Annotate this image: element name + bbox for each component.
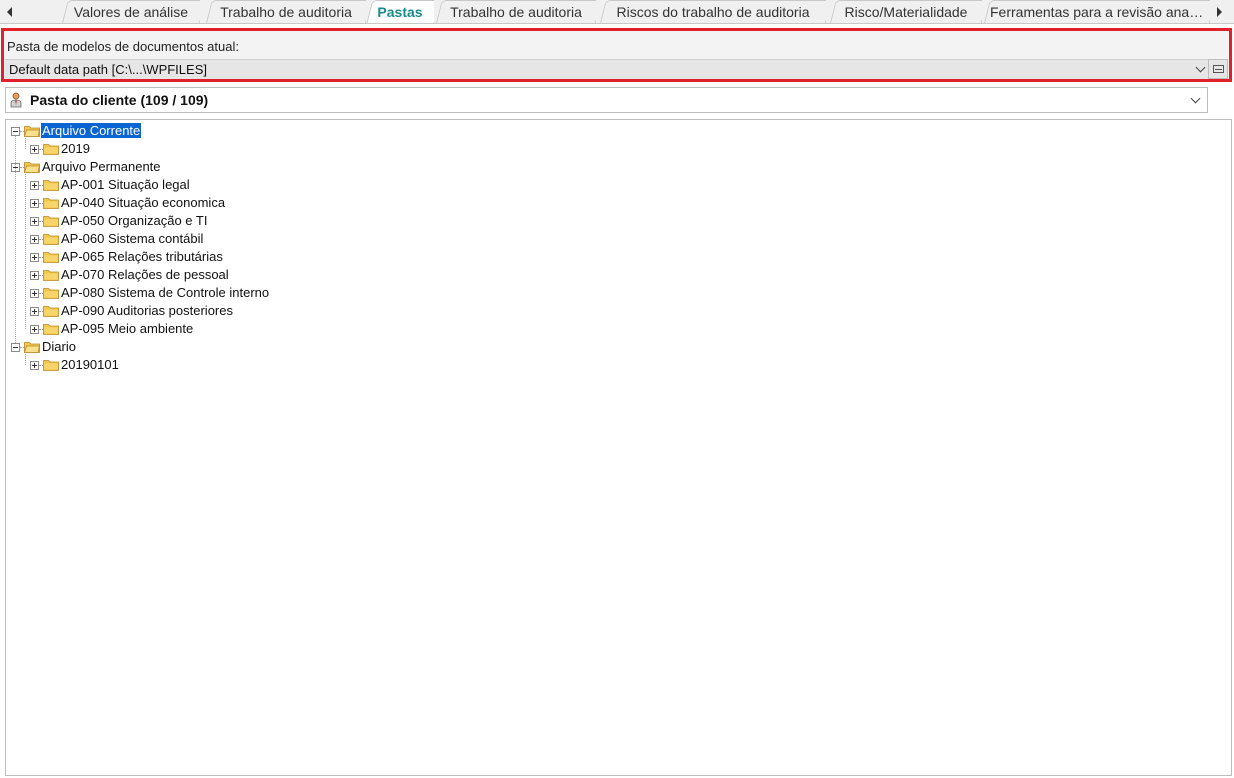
folder-icon — [43, 360, 59, 371]
template-folder-label: Pasta de modelos de documentos atual: — [7, 39, 239, 54]
browse-folder-button[interactable] — [1208, 59, 1228, 79]
tree-folder-node[interactable]: AP-040 Situação economica — [6, 194, 1206, 212]
folder-tree: Arquivo Corrente 2019 Arquivo Permanente AP… — [5, 119, 1232, 776]
folder-icon — [43, 288, 59, 299]
tab-ferramentas-revisao[interactable]: Ferramentas para a revisão analít... — [984, 0, 1210, 23]
tree-node-label: Arquivo Permanente — [42, 159, 161, 174]
tab-label: Pastas — [377, 3, 423, 20]
folder-open-icon — [24, 342, 40, 353]
expand-icon[interactable] — [30, 217, 39, 226]
expand-icon[interactable] — [30, 235, 39, 244]
tree-connector — [25, 352, 26, 365]
tree-connector — [15, 136, 16, 343]
folder-icon — [43, 252, 59, 263]
expand-icon[interactable] — [30, 181, 39, 190]
template-folder-panel: Pasta de modelos de documentos atual: De… — [1, 28, 1232, 82]
tree-connector — [25, 136, 26, 149]
chevron-down-icon — [1190, 93, 1201, 104]
folder-icon — [43, 198, 59, 209]
arrow-right-icon — [1216, 6, 1222, 17]
tree-node-label: AP-001 Situação legal — [61, 177, 190, 192]
tree-folder-node[interactable]: AP-090 Auditorias posteriores — [6, 302, 1206, 320]
expand-icon[interactable] — [30, 325, 39, 334]
tree-node-label: AP-060 Sistema contábil — [61, 231, 204, 246]
folder-icon — [43, 324, 59, 335]
tab-trabalho-de-auditoria-2[interactable]: Trabalho de auditoria — [436, 0, 596, 23]
folder-icon — [43, 216, 59, 227]
tab-label: Riscos do trabalho de auditoria — [616, 3, 810, 20]
tab-label: Trabalho de auditoria — [220, 3, 352, 20]
template-folder-value: Default data path [C:\...\WPFILES] — [9, 62, 207, 77]
tab-scroll-left-button[interactable] — [0, 0, 18, 23]
tab-label: Valores de análise — [73, 3, 189, 20]
tab-riscos-do-trabalho[interactable]: Riscos do trabalho de auditoria — [600, 0, 826, 23]
expand-icon[interactable] — [30, 361, 39, 370]
tree-folder-node[interactable]: AP-080 Sistema de Controle interno — [6, 284, 1206, 302]
tree-folder-node[interactable]: AP-001 Situação legal — [6, 176, 1206, 194]
chevron-down-icon — [1195, 62, 1206, 73]
folder-open-icon — [24, 126, 40, 137]
tree-node-label: AP-070 Relações de pessoal — [61, 267, 229, 282]
client-person-icon — [10, 92, 22, 108]
tree-folder-node[interactable]: AP-060 Sistema contábil — [6, 230, 1206, 248]
tree-folder-node[interactable]: AP-070 Relações de pessoal — [6, 266, 1206, 284]
tree-node-label: 2019 — [61, 141, 90, 156]
expand-icon[interactable] — [30, 271, 39, 280]
tree-node-label: AP-080 Sistema de Controle interno — [61, 285, 270, 300]
tree-root-node[interactable]: Diario — [6, 338, 1206, 356]
tree-node-label: AP-090 Auditorias posteriores — [61, 303, 233, 318]
folder-open-icon — [24, 162, 40, 173]
expand-icon[interactable] — [30, 253, 39, 262]
collapse-icon[interactable] — [11, 343, 20, 352]
tab-scroll-right-button[interactable] — [1210, 0, 1228, 23]
tree-folder-node[interactable]: AP-095 Meio ambiente — [6, 320, 1206, 338]
tree-folder-node[interactable]: AP-050 Organização e TI — [6, 212, 1206, 230]
client-folder-dropdown[interactable]: Pasta do cliente (109 / 109) — [5, 87, 1208, 113]
tree-node-label: AP-095 Meio ambiente — [61, 321, 194, 336]
expand-icon[interactable] — [30, 307, 39, 316]
folder-icon — [43, 234, 59, 245]
tab-label: Ferramentas para a revisão analít... — [990, 3, 1210, 20]
expand-icon[interactable] — [30, 145, 39, 154]
tree-node-label: AP-065 Relações tributárias — [61, 249, 223, 264]
collapse-icon[interactable] — [11, 127, 20, 136]
tree-root-node[interactable]: Arquivo Permanente — [6, 158, 1206, 176]
tab-strip: Valores de análise Trabalho de auditoria… — [0, 0, 1234, 24]
browse-icon — [1212, 65, 1224, 73]
tree-folder-node[interactable]: 20190101 — [6, 356, 1206, 374]
tree-node-label: Arquivo Corrente — [41, 123, 142, 138]
tree-node-label: Diario — [42, 339, 76, 354]
folder-icon — [43, 306, 59, 317]
tree-node-label: 20190101 — [61, 357, 119, 372]
folder-icon — [43, 144, 59, 155]
app-root: Valores de análise Trabalho de auditoria… — [0, 0, 1234, 778]
template-folder-dropdown[interactable]: Default data path [C:\...\WPFILES] — [5, 59, 1210, 79]
tree-connector — [25, 172, 26, 329]
client-folder-label: Pasta do cliente (109 / 109) — [30, 92, 209, 108]
tree-folder-node[interactable]: 2019 — [6, 140, 1206, 158]
tab-label: Risco/Materialidade — [844, 3, 968, 20]
tab-risco-materialidade[interactable]: Risco/Materialidade — [830, 0, 982, 23]
tab-label: Trabalho de auditoria — [450, 3, 582, 20]
arrow-left-icon — [6, 6, 12, 17]
tree-root-node[interactable]: Arquivo Corrente — [6, 122, 1206, 140]
folder-icon — [43, 180, 59, 191]
tab-pastas[interactable]: Pastas — [366, 0, 434, 23]
tree-node-label: AP-050 Organização e TI — [61, 213, 208, 228]
tree-node-label: AP-040 Situação economica — [61, 195, 226, 210]
tab-valores-de-analise[interactable]: Valores de análise — [62, 0, 200, 23]
expand-icon[interactable] — [30, 289, 39, 298]
tab-trabalho-de-auditoria-1[interactable]: Trabalho de auditoria — [206, 0, 366, 23]
expand-icon[interactable] — [30, 199, 39, 208]
folder-icon — [43, 270, 59, 281]
tree-folder-node[interactable]: AP-065 Relações tributárias — [6, 248, 1206, 266]
